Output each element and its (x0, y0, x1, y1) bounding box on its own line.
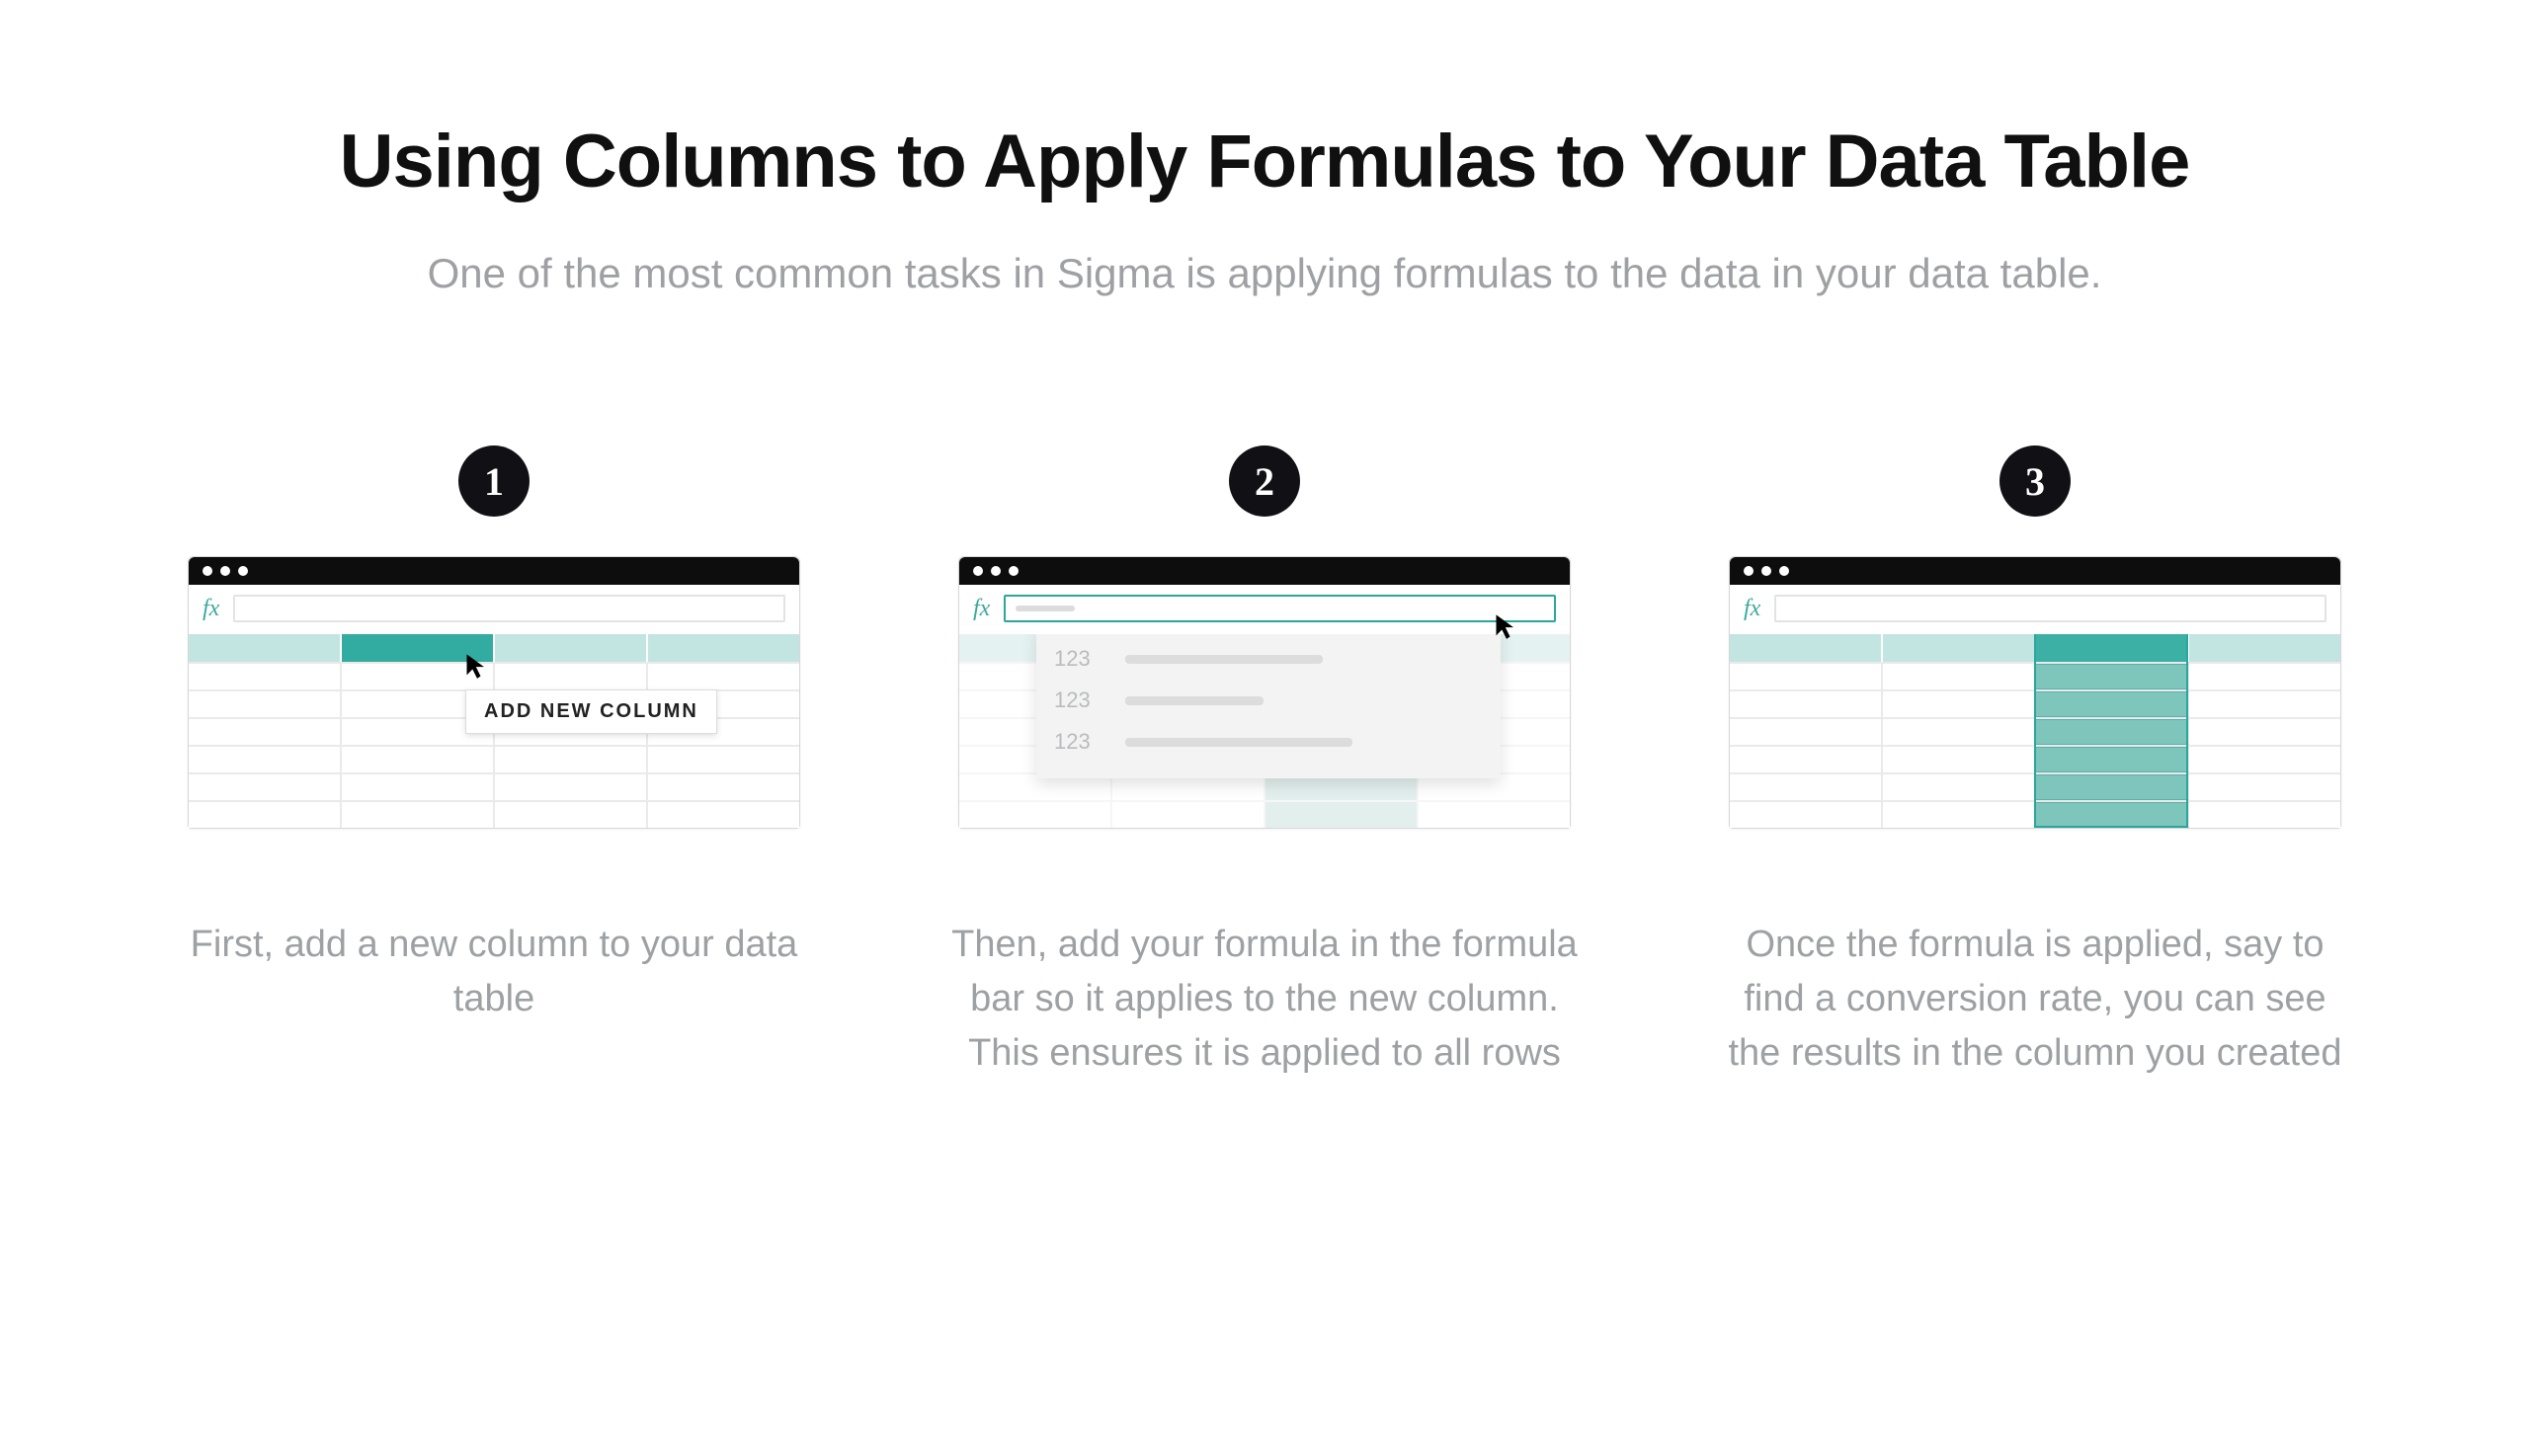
table-header-cell[interactable] (189, 634, 342, 662)
table-header-cell[interactable] (1730, 634, 1883, 662)
table-header-cell[interactable] (2189, 634, 2340, 662)
spreadsheet (1730, 634, 2340, 828)
steps-row: 1 fx (138, 445, 2391, 1081)
spreadsheet: ADD NEW COLUMN (189, 634, 799, 828)
autocomplete-type-badge: 123 (1054, 646, 1100, 672)
window-dot-icon (1009, 566, 1019, 576)
autocomplete-row[interactable]: 123 (1054, 680, 1483, 721)
step-1: 1 fx (168, 445, 820, 1081)
fx-icon: fx (203, 597, 219, 620)
formula-input[interactable] (233, 595, 785, 622)
page-title: Using Columns to Apply Formulas to Your … (138, 119, 2391, 204)
window-titlebar (1730, 557, 2340, 585)
illustration-window: fx (1729, 556, 2341, 829)
fx-icon: fx (1744, 597, 1760, 620)
illustration-window: fx (958, 556, 1571, 829)
formula-bar: fx (189, 585, 799, 634)
page-subtitle: One of the most common tasks in Sigma is… (138, 250, 2391, 297)
autocomplete-row[interactable]: 123 (1054, 638, 1483, 680)
step-3: 3 fx (1709, 445, 2361, 1081)
formula-autocomplete[interactable]: 123 123 123 (1036, 626, 1501, 778)
add-column-tooltip: ADD NEW COLUMN (465, 689, 717, 734)
window-titlebar (189, 557, 799, 585)
step-2: 2 fx (938, 445, 1591, 1081)
formula-input[interactable] (1774, 595, 2326, 622)
window-dot-icon (238, 566, 248, 576)
autocomplete-type-badge: 123 (1054, 729, 1100, 755)
table-header-cell[interactable] (1883, 634, 2036, 662)
autocomplete-type-badge: 123 (1054, 688, 1100, 713)
window-dot-icon (1779, 566, 1789, 576)
step-badge: 3 (1999, 445, 2071, 517)
formula-bar: fx (959, 585, 1570, 634)
step-caption: First, add a new column to your data tab… (178, 918, 810, 1026)
window-dot-icon (1761, 566, 1771, 576)
window-titlebar (959, 557, 1570, 585)
step-caption: Once the formula is applied, say to find… (1719, 918, 2351, 1081)
formula-bar: fx (1730, 585, 2340, 634)
window-dot-icon (991, 566, 1001, 576)
autocomplete-row[interactable]: 123 (1054, 721, 1483, 763)
formula-input[interactable] (1004, 595, 1556, 622)
table-header-cell[interactable] (495, 634, 648, 662)
illustration-window: fx (188, 556, 800, 829)
fx-icon: fx (973, 597, 990, 620)
step-caption: Then, add your formula in the formula ba… (948, 918, 1581, 1081)
step-badge: 2 (1229, 445, 1300, 517)
window-dot-icon (220, 566, 230, 576)
table-header-cell[interactable] (648, 634, 799, 662)
window-dot-icon (973, 566, 983, 576)
step-badge: 1 (458, 445, 530, 517)
table-header-cell-selected[interactable] (342, 634, 495, 662)
window-dot-icon (203, 566, 212, 576)
table-header-cell-selected[interactable] (2036, 634, 2189, 662)
window-dot-icon (1744, 566, 1754, 576)
